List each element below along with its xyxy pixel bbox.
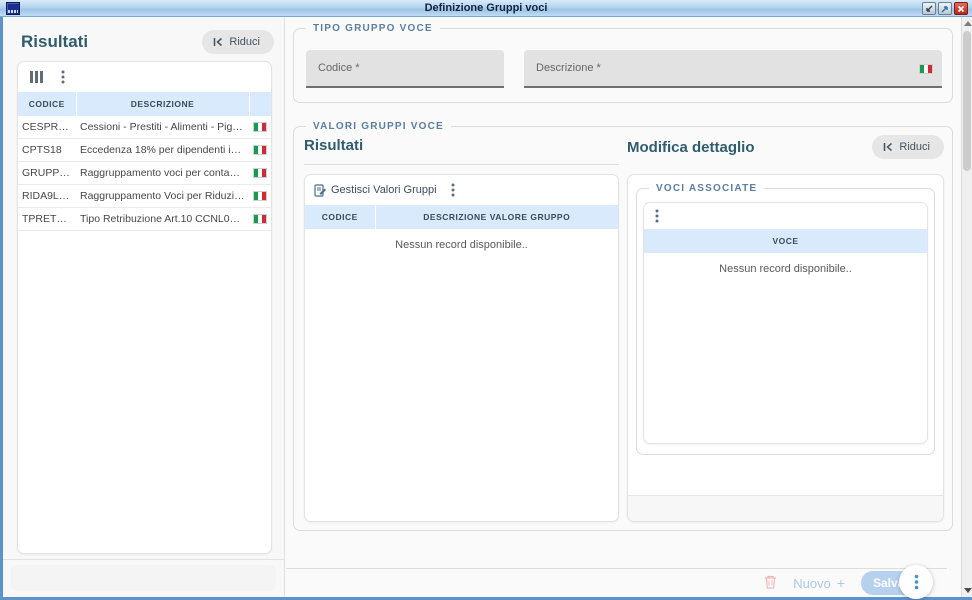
kebab-menu-icon <box>61 70 65 84</box>
columns-icon <box>30 71 43 83</box>
close-icon <box>957 5 965 13</box>
scroll-down-icon[interactable] <box>964 588 972 593</box>
valori-results-title: Risultati <box>304 137 363 154</box>
cell-descrizione: Tipo Retribuzione Art.10 CCNL04-05 <box>76 208 249 231</box>
plus-icon: + <box>837 575 845 591</box>
action-bar: Nuovo + Salva <box>286 568 947 597</box>
actions-menu-button[interactable] <box>899 565 933 599</box>
valori-results-section: Risultati Gestisci Valori Gruppi <box>304 132 619 522</box>
table-row[interactable]: CESPREP... Cessioni - Prestiti - Aliment… <box>18 116 271 139</box>
results-panel-footer <box>11 565 276 591</box>
cell-codice: GRUPPO... <box>18 162 76 185</box>
table-row[interactable]: RIDA9L122 Raggruppamento Voci per Riduzi… <box>18 185 271 208</box>
results-panel: Risultati Riduci <box>3 17 285 597</box>
valori-results-table-header: CODICE DESCRIZIONE VALORE GRUPPO <box>305 205 618 229</box>
valori-gruppi-voce-fieldset: VALORI GRUPPI VOCE Risultati <box>293 121 953 531</box>
italy-flag-icon <box>253 122 267 132</box>
titlebar: Definizione Gruppi voci <box>0 0 972 17</box>
collapse-left-icon <box>213 37 224 47</box>
voci-associate-table: VOCE <box>644 229 927 253</box>
italy-flag-icon <box>253 168 267 178</box>
voci-associate-legend: VOCI ASSOCIATE <box>649 183 764 194</box>
collapse-results-button[interactable]: Riduci <box>202 30 274 54</box>
column-header-voce[interactable]: VOCE <box>644 229 927 253</box>
table-row[interactable]: CPTS18 Eccedenza 18% per dipendenti iscr… <box>18 139 271 162</box>
voci-associate-menu-button[interactable] <box>653 207 661 225</box>
maximize-icon <box>941 5 949 13</box>
collapse-left-icon <box>883 142 894 152</box>
valori-results-divider <box>304 164 619 165</box>
collapse-detail-label: Riduci <box>899 141 930 153</box>
modifica-dettaglio-card: VOCI ASSOCIATE <box>627 174 944 522</box>
window-content: Risultati Riduci <box>3 17 969 597</box>
cell-codice: TPRETRA... <box>18 208 76 231</box>
results-panel-divider <box>3 559 284 560</box>
codice-field[interactable] <box>306 50 504 88</box>
cell-descrizione: Eccedenza 18% per dipendenti iscri... <box>76 139 249 162</box>
results-table-header: CODICE DESCRIZIONE <box>18 92 271 116</box>
table-row[interactable]: TPRETRA... Tipo Retribuzione Art.10 CCNL… <box>18 208 271 231</box>
app-window: Definizione Gruppi voci Risu <box>0 0 972 600</box>
scrollbar-thumb[interactable] <box>963 31 971 171</box>
italy-flag-icon <box>253 214 267 224</box>
trash-icon <box>764 575 777 589</box>
window-title: Definizione Gruppi voci <box>0 2 972 14</box>
maximize-button[interactable] <box>938 2 952 15</box>
cell-codice: CESPREP... <box>18 116 76 139</box>
italy-flag-icon <box>253 191 267 201</box>
collapse-detail-button[interactable]: Riduci <box>872 135 944 159</box>
voci-associate-empty-message: Nessun record disponibile.. <box>644 253 927 275</box>
column-header-descrizione-valore-gruppo[interactable]: DESCRIZIONE VALORE GRUPPO <box>375 205 618 229</box>
voci-associate-fieldset: VOCI ASSOCIATE <box>636 183 935 455</box>
voci-associate-table-header: VOCE <box>644 229 927 253</box>
collapse-results-label: Riduci <box>229 36 260 48</box>
tipo-gruppo-voce-legend: TIPO GRUPPO VOCE <box>306 23 440 34</box>
nuovo-label: Nuovo <box>793 576 831 591</box>
vertical-scrollbar[interactable] <box>961 17 972 597</box>
column-header-codice[interactable]: CODICE <box>18 92 76 116</box>
modifica-dettaglio-section: Modifica dettaglio Riduci VOCI ASSOCIATE <box>627 132 944 522</box>
app-icon <box>6 2 20 15</box>
gestisci-valori-gruppi-label: Gestisci Valori Gruppi <box>331 184 437 196</box>
results-panel-title: Risultati <box>21 32 88 52</box>
delete-button[interactable] <box>764 575 777 592</box>
voci-associate-card: VOCE Nessun record disponibile.. <box>643 202 928 444</box>
results-menu-button[interactable] <box>59 68 67 86</box>
kebab-menu-icon <box>655 209 659 223</box>
italy-flag-icon <box>919 64 933 74</box>
valori-gruppi-voce-legend: VALORI GRUPPI VOCE <box>306 121 451 132</box>
results-card: CODICE DESCRIZIONE CESPREP... Cessioni -… <box>17 61 272 554</box>
modifica-dettaglio-footer <box>628 495 943 521</box>
valori-results-card: Gestisci Valori Gruppi <box>304 174 619 522</box>
kebab-menu-icon <box>451 183 455 197</box>
tipo-gruppo-voce-fieldset: TIPO GRUPPO VOCE <box>293 23 953 103</box>
descrizione-field[interactable] <box>524 50 942 88</box>
valori-results-empty-message: Nessun record disponibile.. <box>305 229 618 251</box>
valori-results-menu-button[interactable] <box>449 181 457 199</box>
nuovo-button[interactable]: Nuovo + <box>793 575 845 591</box>
italy-flag-icon <box>253 145 267 155</box>
results-table: CODICE DESCRIZIONE CESPREP... Cessioni -… <box>18 92 271 231</box>
column-header-descrizione[interactable]: DESCRIZIONE <box>76 92 249 116</box>
column-header-flag <box>249 92 271 116</box>
kebab-menu-icon <box>914 574 919 590</box>
cell-codice: RIDA9L122 <box>18 185 76 208</box>
cell-codice: CPTS18 <box>18 139 76 162</box>
scroll-up-icon[interactable] <box>964 21 972 26</box>
close-button[interactable] <box>954 2 968 15</box>
cell-descrizione: Raggruppamento Voci per Riduzion... <box>76 185 249 208</box>
columns-button[interactable] <box>28 69 45 85</box>
main-panel: TIPO GRUPPO VOCE VALORI GRUPPI VOCE Risu… <box>286 17 958 597</box>
table-row[interactable]: GRUPPO... Raggruppamento voci per contab… <box>18 162 271 185</box>
gestisci-valori-gruppi-button[interactable]: Gestisci Valori Gruppi <box>314 184 437 197</box>
valori-results-table: CODICE DESCRIZIONE VALORE GRUPPO <box>305 205 618 229</box>
minimize-button[interactable] <box>922 2 936 15</box>
modifica-dettaglio-title: Modifica dettaglio <box>627 139 755 156</box>
cell-descrizione: Raggruppamento voci per contabilità <box>76 162 249 185</box>
minimize-icon <box>925 5 933 13</box>
cell-descrizione: Cessioni - Prestiti - Alimenti - Pigno..… <box>76 116 249 139</box>
column-header-codice[interactable]: CODICE <box>305 205 375 229</box>
document-edit-icon <box>314 184 327 197</box>
